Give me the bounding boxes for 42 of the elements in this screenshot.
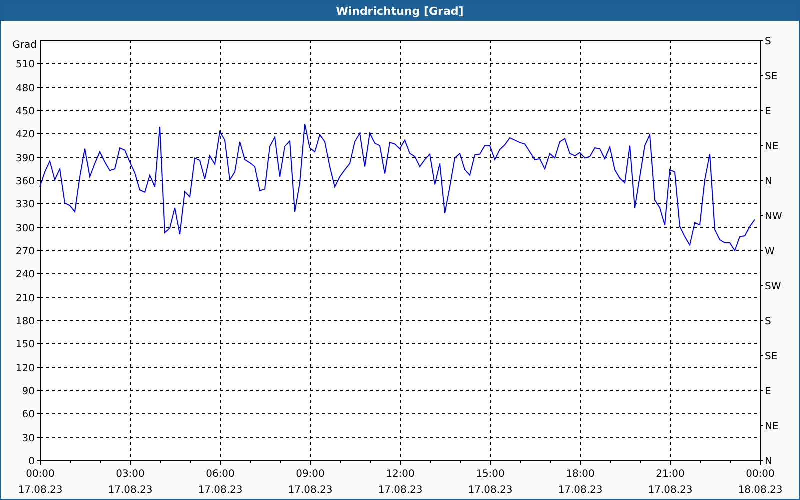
window-title: Windrichtung [Grad]: [336, 4, 464, 18]
y-tick-label: 90: [22, 386, 35, 398]
compass-tick-label: S: [765, 316, 772, 328]
x-tick-label: 09:00 17.08.23: [288, 469, 333, 496]
y-tick-label: 510: [16, 60, 35, 70]
compass-tick-label: SE: [765, 352, 778, 362]
compass-tick-label: E: [765, 106, 772, 118]
y-tick-label: 210: [16, 294, 35, 304]
y-tick-label: 240: [16, 270, 35, 280]
y-tick-label: 150: [16, 340, 35, 350]
compass-tick-label: SE: [765, 72, 778, 82]
y-tick-label: 180: [16, 316, 35, 328]
y-tick-label: 450: [16, 106, 35, 118]
compass-tick-label: NE: [765, 422, 779, 432]
compass-tick-label: W: [765, 246, 775, 258]
x-tick-label: 18:00 17.08.23: [558, 469, 603, 496]
compass-tick-label: E: [765, 386, 772, 398]
y-tick-label: 390: [16, 154, 35, 164]
y-tick-label: 480: [16, 84, 35, 94]
x-tick-label: 00:00 17.08.23: [18, 469, 63, 496]
x-tick-label: 06:00 17.08.23: [198, 469, 243, 496]
y-tick-label: 0: [28, 456, 35, 468]
x-tick-label: 00:00 18.08.23: [738, 469, 783, 496]
y-axis-title: Grad: [12, 40, 37, 51]
compass-tick-label: S: [765, 36, 772, 48]
x-tick-label: 12:00 17.08.23: [378, 469, 423, 496]
compass-tick-label: N: [765, 456, 772, 468]
y-tick-label: 270: [16, 246, 35, 258]
compass-tick-label: N: [765, 176, 772, 188]
x-tick-label: 03:00 17.08.23: [108, 469, 153, 496]
y-tick-label: 120: [16, 364, 35, 374]
y-tick-label: 420: [16, 130, 35, 140]
y-tick-label: 60: [22, 410, 35, 420]
y-tick-label: 330: [16, 200, 35, 210]
y-tick-label: 300: [16, 224, 35, 234]
y-tick-label: 360: [16, 176, 35, 188]
compass-tick-label: NW: [765, 212, 782, 222]
compass-tick-label: SW: [765, 282, 782, 292]
x-tick-label: 15:00 17.08.23: [468, 469, 513, 496]
compass-tick-label: NE: [765, 142, 779, 152]
x-tick-label: 21:00 17.08.23: [648, 469, 693, 496]
y-tick-label: 30: [22, 434, 35, 444]
